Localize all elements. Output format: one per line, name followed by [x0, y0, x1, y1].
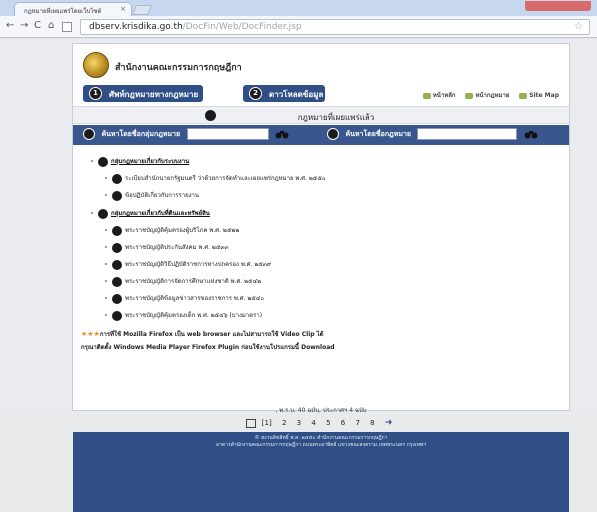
page-icon [62, 22, 72, 32]
law-item-link[interactable]: - พระราชบัญญัติประกันสังคม พ.ศ. ๒๕๓๓ [103, 242, 229, 253]
law-item-link[interactable]: - ระเบียบสำนักนายกรัฐมนตรี ว่าด้วยการจัดท… [103, 173, 326, 184]
page-link[interactable]: 6 [341, 419, 345, 427]
law-badge-icon [112, 259, 122, 270]
law-link-icon [465, 92, 474, 99]
toplink-home[interactable]: หน้าหลัก [422, 92, 456, 99]
home-icon[interactable]: ⌂ [48, 20, 54, 31]
section-header: กฎหมายที่เผยแพร่แล้ว [73, 106, 569, 124]
result-summary: , พ.ร.บ. 40 ฉบับ, ประกาศฯ 4 ฉบับ [275, 407, 367, 414]
law-list: - กลุ่มกฎหมายเกี่ยวกับระบบงาน - ระเบียบสำน… [73, 146, 569, 512]
binoculars-search-icon[interactable] [275, 129, 289, 139]
search-by-group-input[interactable] [186, 128, 269, 140]
law-badge-icon [112, 225, 122, 236]
current-page: [1] [261, 419, 272, 427]
menu-badge-icon: 2 [249, 87, 262, 100]
site-footer: © สงวนลิขสิทธิ์ พ.ศ. ๒๕๕๐ สำนักงานคณะกรร… [73, 432, 569, 512]
forward-arrow-icon[interactable]: → [20, 20, 28, 31]
law-badge-icon [112, 190, 122, 201]
toplink-sitemap[interactable]: Site Map [519, 92, 559, 99]
tab-title: กฎหมายที่เผยแพร่โดยเว็บไซต์ [24, 8, 102, 15]
reload-icon[interactable]: C [34, 20, 41, 31]
site-container: สำนักงานคณะกรรมการกฤษฎีกา 1 ศัพท์กฎหมายท… [72, 43, 570, 512]
site-title: สำนักงานคณะกรรมการกฤษฎีกา [115, 63, 242, 73]
search-by-name-label: ค้นหาโดยชื่อกฎหมาย [345, 130, 412, 138]
search-bar: ค้นหาโดยชื่อกลุ่มกฎหมาย ค้นหาโดยชื่อกฎหม… [73, 125, 569, 145]
menu-badge-icon: 1 [89, 87, 102, 100]
law-item-link[interactable]: - พระราชบัญญัติข้อมูลข่าวสารของราชการ พ.ศ… [103, 293, 264, 304]
search-badge-icon [83, 128, 95, 140]
law-badge-icon [112, 310, 122, 321]
plugin-note: กรุณาติดตั้ง Windows Media Player Firefo… [81, 344, 335, 351]
page-link[interactable]: 5 [326, 419, 330, 427]
url-path: /DocFin/Web/DocFinder.jsp [182, 22, 302, 32]
top-links: หน้าหลัก หน้ากฎหมาย Site Map [415, 90, 559, 100]
browser-window: กฎหมายที่เผยแพร่โดยเว็บไซต์ × ← → C ⌂ db… [0, 0, 597, 512]
law-item-link[interactable]: - ข้อปฏิบัติเกี่ยวกับการรายงาน [103, 190, 199, 201]
bookmark-star-icon[interactable]: ☆ [574, 21, 583, 32]
law-badge-icon [112, 173, 122, 184]
close-window-button[interactable] [569, 1, 589, 11]
section-title: กฎหมายที่เผยแพร่แล้ว [297, 113, 375, 122]
page-link[interactable]: 2 [282, 419, 286, 427]
page-link[interactable]: 4 [311, 419, 315, 427]
window-controls [525, 1, 591, 11]
category-heading[interactable]: - กลุ่มกฎหมายเกี่ยวกับที่ดินและทรัพย์สิน [89, 208, 210, 219]
menu-download-button[interactable]: 2 ดาวโหลดข้อมูล [243, 85, 325, 102]
category-badge-icon [98, 208, 108, 219]
law-item-link[interactable]: - พระราชบัญญัติการจัดการศึกษาแห่งชาติ พ.ศ… [103, 276, 261, 287]
page-viewport: สำนักงานคณะกรรมการกฤษฎีกา 1 ศัพท์กฎหมายท… [0, 39, 597, 512]
note-star-icon: ★★★ [81, 330, 100, 338]
law-badge-icon [112, 276, 122, 287]
search-by-group: ค้นหาโดยชื่อกลุ่มกฎหมาย [83, 128, 289, 142]
close-tab-icon[interactable]: × [120, 5, 126, 13]
law-badge-icon [112, 242, 122, 253]
menu-legal-dictionary-button[interactable]: 1 ศัพท์กฎหมายทางกฎหมาย [83, 85, 203, 102]
browser-toolbar: ← → C ⌂ dbserv.krisdika.go.th/DocFin/Web… [0, 16, 597, 38]
sitemap-link-icon [519, 92, 528, 99]
menu-label: ศัพท์กฎหมายทางกฎหมาย [109, 90, 199, 99]
maximize-button[interactable] [547, 1, 567, 11]
tab-bar: กฎหมายที่เผยแพร่โดยเว็บไซต์ × [0, 0, 597, 16]
krisdika-emblem-logo [83, 52, 109, 78]
next-page-arrow-icon[interactable]: ➜ [385, 418, 393, 428]
binoculars-search-icon[interactable] [524, 129, 538, 139]
page-list-icon [245, 418, 256, 428]
law-item-link[interactable]: - พระราชบัญญัติคุ้มครองผู้บริโภค พ.ศ. ๒๕๒… [103, 225, 239, 236]
minimize-button[interactable] [525, 1, 545, 11]
back-arrow-icon[interactable]: ← [6, 20, 14, 31]
search-by-group-label: ค้นหาโดยชื่อกลุ่มกฎหมาย [101, 130, 181, 138]
search-by-name: ค้นหาโดยชื่อกฎหมาย [327, 128, 538, 142]
url-host: dbserv.krisdika.go.th [89, 22, 183, 32]
new-tab-button[interactable] [132, 5, 152, 15]
page-link[interactable]: 3 [297, 419, 301, 427]
law-badge-icon [112, 293, 122, 304]
page-link[interactable]: 7 [355, 419, 359, 427]
category-heading[interactable]: - กลุ่มกฎหมายเกี่ยวกับระบบงาน [89, 156, 189, 167]
home-link-icon [422, 92, 431, 99]
address-bar[interactable]: dbserv.krisdika.go.th/DocFin/Web/DocFind… [80, 19, 590, 35]
search-badge-icon [327, 128, 339, 140]
page-link[interactable]: 8 [370, 419, 374, 427]
menu-bar: 1 ศัพท์กฎหมายทางกฎหมาย 2 ดาวโหลดข้อมูล ห… [73, 82, 569, 104]
browser-tab[interactable]: กฎหมายที่เผยแพร่โดยเว็บไซต์ × [14, 2, 132, 16]
menu-label: ดาวโหลดข้อมูล [269, 90, 324, 99]
footer-text: © สงวนลิขสิทธิ์ พ.ศ. ๒๕๕๐ สำนักงานคณะกรร… [216, 435, 426, 448]
law-item-link[interactable]: - พระราชบัญญัติวิธีปฏิบัติราชการทางปกครอง… [103, 259, 271, 270]
firefox-note: ★★★การที่ใช้ Mozilla Firefox เป็น web br… [81, 330, 324, 338]
search-by-name-input[interactable] [417, 128, 518, 140]
pagination: [1] 2 3 4 5 6 7 8 ➜ [73, 418, 569, 428]
toplink-law-page[interactable]: หน้ากฎหมาย [465, 92, 509, 99]
site-header: สำนักงานคณะกรรมการกฤษฎีกา [73, 44, 569, 82]
law-item-link[interactable]: - พระราชบัญญัติคุ้มครองเด็ก พ.ศ. ๒๕๔๖ (บา… [103, 310, 262, 321]
category-badge-icon [98, 156, 108, 167]
